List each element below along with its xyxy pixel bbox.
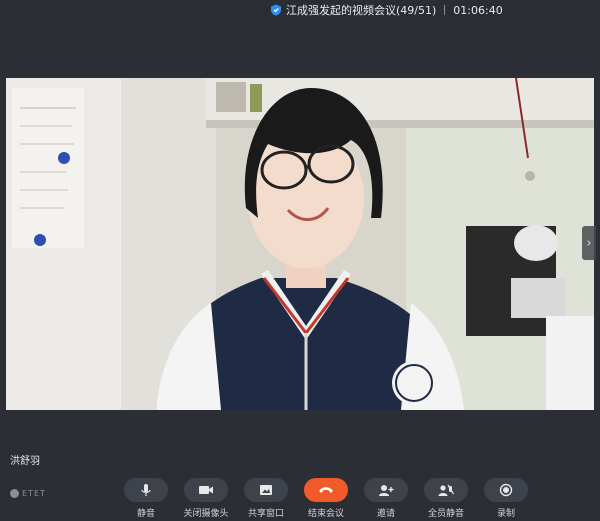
mute-all-icon [438,484,454,497]
mute-all-button[interactable]: 全员静音 [424,478,468,521]
meeting-title: 江成强发起的视频会议(49/51) [286,4,437,17]
share-window-label: 共享窗口 [247,509,284,519]
end-meeting-label: 结束会议 [307,509,344,519]
brand-logo: ETET [10,489,46,498]
title-divider [444,5,446,15]
next-page-arrow[interactable]: › [582,226,596,260]
meeting-elapsed-time: 01:06:40 [453,3,503,17]
phone-hangup-icon [318,485,334,495]
end-pill[interactable] [304,478,348,502]
record-button[interactable]: 录制 [484,478,528,521]
invite-pill[interactable] [364,478,408,502]
share-window-button[interactable]: 共享窗口 [244,478,288,521]
mute-label: 静音 [136,509,155,519]
meeting-info: 江成强发起的视频会议(49/51) 01:06:40 [270,2,503,18]
camera-pill[interactable] [184,478,228,502]
microphone-icon [139,483,153,497]
participant-video [6,78,594,410]
logo-text: ETET [22,489,46,498]
share-screen-icon [259,484,273,496]
record-icon [499,483,513,497]
mute-button[interactable]: 静音 [124,478,168,521]
invite-label: 邀请 [376,509,395,519]
meeting-toolbar: 静音 关闭摄像头 共享窗口 结束会议 邀请 全员静音 录制 [124,478,528,521]
invite-button[interactable]: 邀请 [364,478,408,521]
share-pill[interactable] [244,478,288,502]
record-label: 录制 [496,509,515,519]
mute-all-label: 全员静音 [427,509,464,519]
record-pill[interactable] [484,478,528,502]
logo-icon [10,489,19,498]
end-meeting-button[interactable]: 结束会议 [304,478,348,521]
camera-off-button[interactable]: 关闭摄像头 [183,478,229,521]
add-user-icon [378,484,394,497]
mute-pill[interactable] [124,478,168,502]
title-bar: 江成强发起的视频会议(49/51) 01:06:40 [0,0,600,20]
camera-icon [198,484,214,496]
participant-name: 洪舒羽 [10,456,40,467]
shield-icon [270,4,282,16]
video-frame [6,78,594,410]
chevron-right-icon: › [586,235,592,251]
mute-all-pill[interactable] [424,478,468,502]
camera-off-label: 关闭摄像头 [183,509,229,519]
